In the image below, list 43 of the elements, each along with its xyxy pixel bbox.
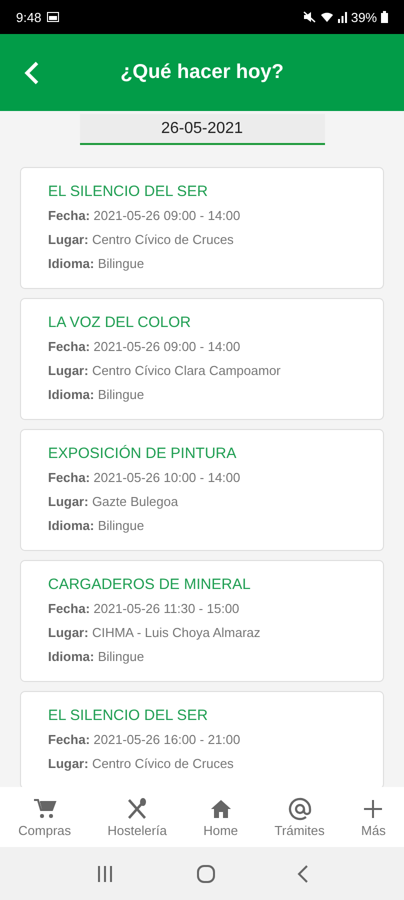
mute-icon xyxy=(302,11,316,23)
back-icon[interactable] xyxy=(296,864,309,882)
event-title: CARGADEROS DE MINERAL xyxy=(48,575,252,595)
event-title: EL SILENCIO DEL SER xyxy=(48,182,209,202)
battery-icon xyxy=(381,11,388,23)
event-detail: Fecha: 2021-05-26 09:00 - 14:00 xyxy=(48,338,242,356)
event-title: EXPOSICIÓN DE PINTURA xyxy=(48,444,238,464)
event-detail: Idioma: Bilingue xyxy=(48,386,146,404)
nav-tab[interactable]: Trámites xyxy=(274,794,325,840)
event-detail: Idioma: Bilingue xyxy=(48,255,146,273)
nav-tab[interactable]: Home xyxy=(203,794,238,840)
event-detail: Fecha: 2021-05-26 16:00 - 21:00 xyxy=(48,731,242,749)
cart-icon xyxy=(32,796,57,820)
wifi-icon xyxy=(320,11,334,23)
event-detail: Lugar: Gazte Bulegoa xyxy=(48,493,180,511)
nav-tab[interactable]: Compras xyxy=(18,794,72,840)
clock: 9:48 xyxy=(16,10,42,24)
event-detail: Idioma: Bilingue xyxy=(48,648,146,666)
battery-level: 39% xyxy=(350,10,377,24)
event-card[interactable]: LA VOZ DEL COLOR Fecha: 2021-05-26 09:00 - 14:00 Lugar: Centro Cívico Clara Campoamor Idioma: Bilingue xyxy=(20,298,384,420)
event-detail: Fecha: 2021-05-26 10:00 - 14:00 xyxy=(48,469,242,487)
event-detail: Fecha: 2021-05-26 11:30 - 15:00 xyxy=(48,600,240,618)
event-title: EL SILENCIO DEL SER xyxy=(48,706,209,726)
event-detail: Fecha: 2021-05-26 09:00 - 14:00 xyxy=(48,207,242,225)
at-sign-icon xyxy=(288,796,312,820)
nav-tab[interactable]: Más xyxy=(361,794,386,840)
event-card[interactable]: CARGADEROS DE MINERAL Fecha: 2021-05-26 11:30 - 15:00 Lugar: CIHMA - Luis Choya Almaraz Idioma: Bilingue xyxy=(20,560,384,682)
event-card[interactable]: EL SILENCIO DEL SER Fecha: 2021-05-26 16:00 - 21:00 Lugar: Centro Cívico de Cruces xyxy=(20,691,384,787)
event-detail: Lugar: Centro Cívico de Cruces xyxy=(48,755,235,773)
image-icon xyxy=(47,12,60,22)
back-button[interactable] xyxy=(24,60,40,84)
event-detail: Lugar: CIHMA - Luis Choya Almaraz xyxy=(48,624,262,642)
event-detail: Lugar: Centro Cívico Clara Campoamor xyxy=(48,362,282,380)
nav-tab[interactable]: Hostelería xyxy=(108,794,167,840)
date-field[interactable]: 26-05-2021 xyxy=(80,114,324,145)
event-card[interactable]: EL SILENCIO DEL SER Fecha: 2021-05-26 09:00 - 14:00 Lugar: Centro Cívico de Cruces Idioma: Bilingue xyxy=(20,167,384,289)
back-icon xyxy=(24,60,40,84)
event-detail: Idioma: Bilingue xyxy=(48,517,146,535)
screen-title: ¿Qué hacer hoy? xyxy=(120,61,284,84)
event-title: LA VOZ DEL COLOR xyxy=(48,313,192,333)
event-card[interactable]: EXPOSICIÓN DE PINTURA Fecha: 2021-05-26 10:00 - 14:00 Lugar: Gazte Bulegoa Idioma: Bilingue xyxy=(20,429,384,551)
event-detail: Lugar: Centro Cívico de Cruces xyxy=(48,231,235,249)
signal-icon xyxy=(338,11,347,23)
